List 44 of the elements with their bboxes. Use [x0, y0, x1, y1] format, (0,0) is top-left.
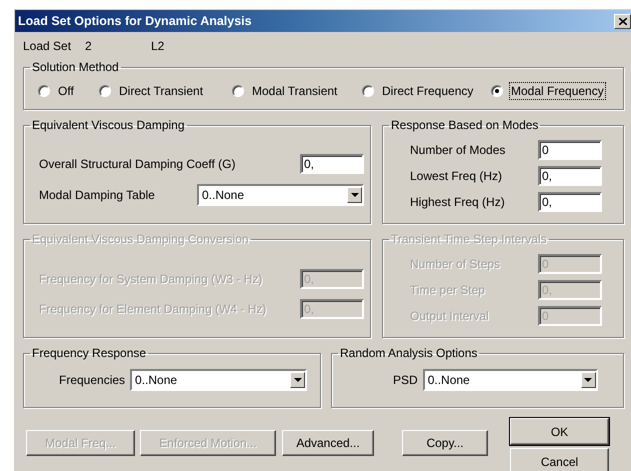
radio-button[interactable]: [491, 85, 503, 97]
field-label: Frequencies: [59, 373, 126, 387]
field-label: Number of Modes: [410, 143, 506, 157]
field-label: Overall Structural Damping Coeff (G): [39, 157, 236, 171]
input-field[interactable]: 0,: [538, 166, 602, 186]
radio-label[interactable]: Direct Transient: [117, 82, 206, 100]
radio-button[interactable]: [362, 85, 374, 97]
close-icon: [618, 18, 626, 24]
group-title: Solution Method: [31, 60, 120, 74]
load-set-number: 2: [85, 39, 93, 53]
load-set-title: L2: [151, 39, 164, 53]
field-label: Lowest Freq (Hz): [410, 169, 502, 183]
dropdown[interactable]: 0..None: [422, 369, 598, 391]
radio-label[interactable]: Direct Frequency: [380, 82, 476, 100]
group-title: Transient Time Step Intervals: [390, 232, 548, 246]
dropdown-button[interactable]: [290, 372, 306, 388]
radio-button[interactable]: [38, 85, 50, 97]
input-field[interactable]: 0,: [300, 154, 364, 174]
group-title: Equivalent Viscous Damping Conversion: [31, 232, 250, 246]
dropdown[interactable]: 0..None: [130, 369, 308, 391]
group-title: Equivalent Viscous Damping: [31, 118, 186, 132]
action-button[interactable]: Advanced...: [282, 430, 374, 456]
load-set-label: Load Set: [23, 39, 72, 53]
radio-button[interactable]: [232, 85, 244, 97]
input-field[interactable]: 0,: [538, 192, 602, 212]
dropdown-button[interactable]: [580, 372, 596, 388]
radio-label[interactable]: Modal Transient: [250, 82, 340, 100]
radio-button[interactable]: [99, 85, 111, 97]
dropdown[interactable]: 0..None: [197, 184, 364, 206]
action-button[interactable]: Copy...: [402, 430, 488, 456]
dropdown-button[interactable]: [347, 187, 362, 203]
field-label: PSD: [393, 373, 418, 387]
field-label: Modal Damping Table: [39, 188, 155, 202]
group-title: Random Analysis Options: [339, 346, 478, 360]
close-button[interactable]: [614, 14, 631, 28]
window-title: Load Set Options for Dynamic Analysis: [18, 14, 252, 28]
dialog-button[interactable]: OK: [510, 418, 609, 445]
dialog-button[interactable]: Cancel: [510, 448, 609, 471]
group-title: Frequency Response: [31, 346, 148, 360]
radio-label[interactable]: Modal Frequency: [509, 82, 606, 100]
input-field[interactable]: 0: [538, 140, 602, 160]
field-label: Highest Freq (Hz): [410, 195, 505, 209]
radio-label[interactable]: Off: [56, 82, 76, 100]
group-title: Response Based on Modes: [390, 118, 540, 132]
